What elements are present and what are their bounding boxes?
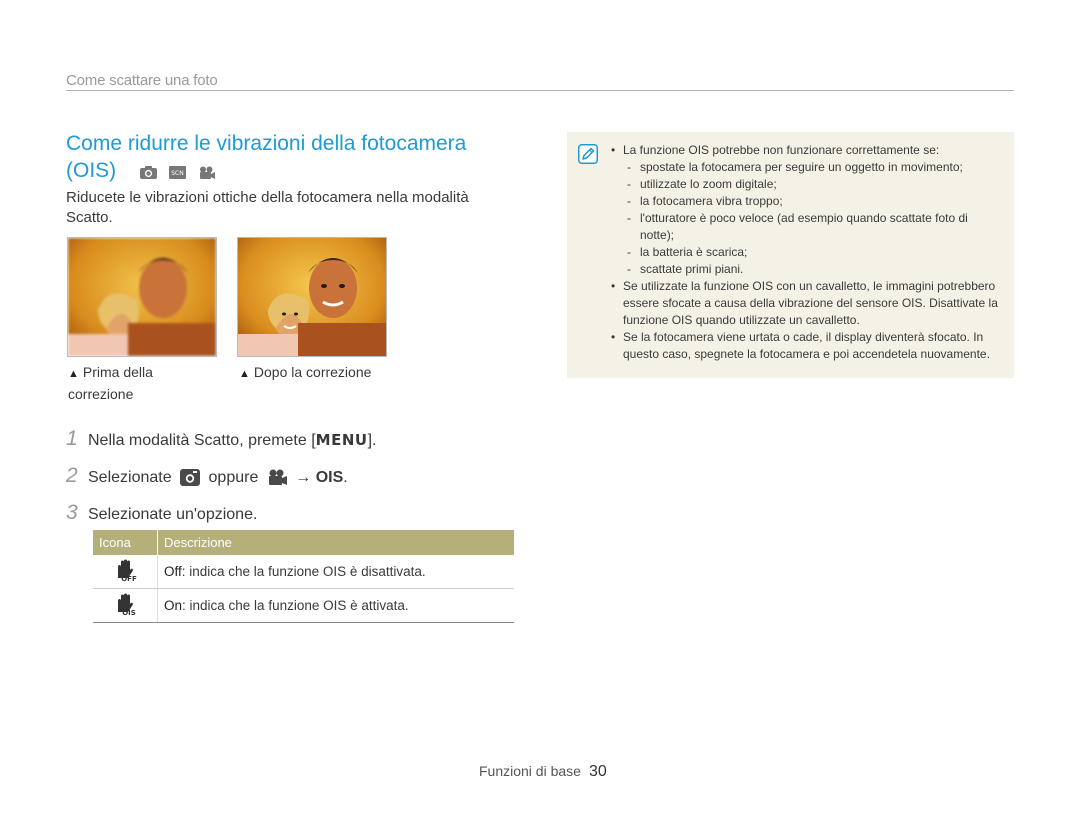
page-title: Come ridurre le vibrazioni della fotocam… [66, 130, 526, 185]
option-name: Off [164, 564, 182, 579]
note-sub-item: scattate primi piani. [611, 261, 1003, 278]
step-2: 2 Selezionate oppure → OIS. [66, 464, 348, 488]
caption-after: ▲ Dopo la correzione [239, 362, 399, 384]
column-header-description: Descrizione [157, 530, 514, 555]
movie-icon [268, 469, 287, 486]
options-table: Icona Descrizione OFF Off: indica che la… [93, 530, 514, 623]
triangle-up-icon: ▲ [239, 368, 250, 380]
mode-icons: SCN [140, 158, 221, 185]
step-text-end: . [343, 469, 348, 486]
step-text-end: ]. [367, 432, 377, 449]
note-bullet-1: La funzione OIS potrebbe non funzionare … [611, 142, 1003, 159]
caption-before-text: Prima della correzione [68, 364, 153, 402]
step-number: 2 [66, 464, 78, 487]
note-sub-item: spostate la fotocamera per seguire un og… [611, 159, 1003, 176]
step-number: 3 [66, 501, 78, 524]
svg-text:OFF: OFF [121, 575, 137, 582]
table-row: OIS On: indica che la funzione OIS è att… [93, 588, 514, 623]
row-description: On: indica che la funzione OIS è attivat… [157, 588, 514, 623]
ois-on-icon: OIS [93, 588, 158, 623]
movie-icon [199, 166, 215, 179]
step-1: 1 Nella modalità Scatto, premete [MENU]. [66, 427, 376, 451]
step-text: Nella modalità Scatto, premete [ [88, 432, 316, 449]
photo-before-correction [67, 237, 217, 357]
step-text: Selezionate [88, 469, 172, 486]
title-line-1: Come ridurre le vibrazioni della fotocam… [66, 132, 467, 155]
scene-icon: SCN [168, 165, 186, 179]
ois-menu-label: OIS [315, 469, 344, 486]
caption-before: ▲ Prima della correzione [68, 362, 178, 404]
table-row: OFF Off: indica che la funzione OIS è di… [93, 555, 514, 589]
section-divider [66, 90, 1014, 91]
column-header-icon: Icona [93, 530, 158, 555]
camera-auto-icon [180, 469, 201, 487]
svg-text:SCN: SCN [171, 170, 184, 177]
ois-off-icon: OFF [93, 555, 158, 589]
note-sub-item: la batteria è scarica; [611, 244, 1003, 261]
option-desc: : indica che la funzione OIS è attivata. [182, 598, 409, 613]
arrow-right-icon: → [295, 469, 312, 486]
option-name: On [164, 598, 183, 613]
note-bullet-2: Se utilizzate la funzione OIS con un cav… [611, 278, 1003, 329]
note-sub-item: la fotocamera vibra troppo; [611, 193, 1003, 210]
step-or-text: oppure [208, 469, 259, 486]
row-description: Off: indica che la funzione OIS è disatt… [157, 555, 514, 589]
note-box: La funzione OIS potrebbe non funzionare … [567, 132, 1014, 378]
intro-text: Riducete le vibrazioni ottiche della fot… [66, 189, 469, 226]
table-header-row: Icona Descrizione [93, 530, 514, 555]
option-desc: : indica che la funzione OIS è disattiva… [181, 564, 426, 579]
section-header: Come scattare una foto [66, 72, 218, 89]
svg-text:OIS: OIS [122, 609, 136, 616]
title-line-2: (OIS) [66, 159, 117, 182]
step-3: 3 Selezionate un'opzione. [66, 501, 257, 525]
caption-after-text: Dopo la correzione [253, 364, 372, 380]
page-number: 30 [588, 763, 607, 780]
step-number: 1 [66, 427, 78, 450]
photo-after-correction [237, 237, 387, 357]
menu-key-label: MENU [315, 431, 368, 449]
triangle-up-icon: ▲ [68, 368, 79, 380]
camera-auto-icon [140, 165, 158, 179]
note-bullet-3: Se la fotocamera viene urtata o cade, il… [611, 329, 1003, 363]
step-text: Selezionate un'opzione. [88, 506, 258, 523]
note-pencil-icon [578, 144, 598, 164]
note-content: La funzione OIS potrebbe non funzionare … [611, 142, 1003, 363]
note-sub-item: l'otturatore è poco veloce (ad esempio q… [611, 210, 1003, 244]
page-footer: Funzioni di base 30 [479, 763, 607, 781]
note-sub-item: utilizzate lo zoom digitale; [611, 176, 1003, 193]
footer-section-label: Funzioni di base [479, 763, 581, 779]
